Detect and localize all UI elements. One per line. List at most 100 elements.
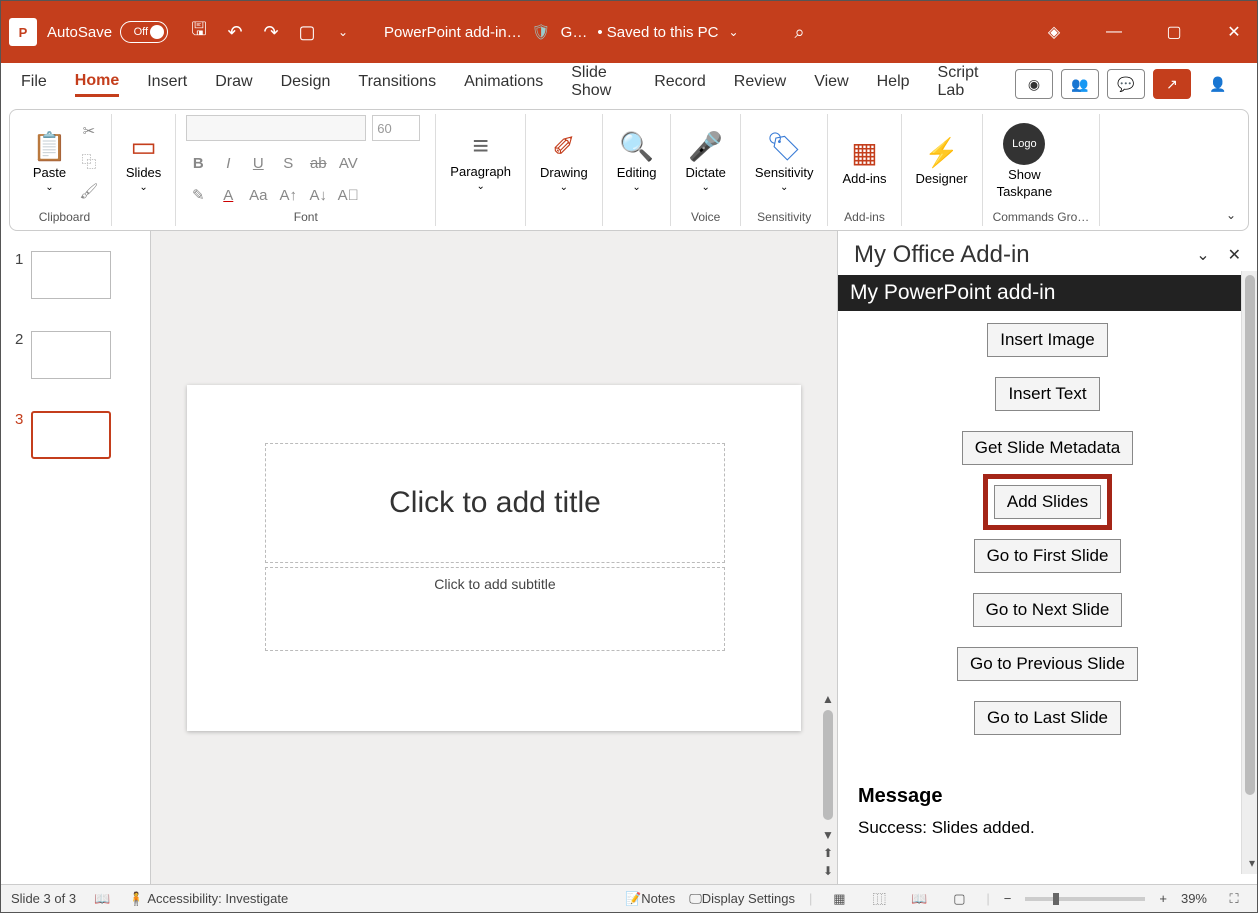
tab-help[interactable]: Help — [877, 73, 910, 95]
save-icon[interactable]: 🖫 — [188, 21, 210, 43]
addins-button[interactable]: ▦Add-ins — [838, 134, 890, 188]
save-status[interactable]: • Saved to this PC — [597, 24, 718, 41]
goto-last-button[interactable]: Go to Last Slide — [974, 701, 1121, 735]
show-taskpane-button[interactable]: LogoShowTaskpane — [993, 121, 1057, 201]
font-size-input[interactable]: 60 — [372, 115, 420, 141]
qat-more-icon[interactable]: ⌄ — [332, 21, 354, 43]
chevron-down-icon[interactable]: ⌄ — [729, 25, 739, 39]
slide-thumbnail[interactable] — [31, 411, 111, 459]
notes-button[interactable]: 📝Notes — [625, 891, 675, 907]
redo-icon[interactable]: ↷ — [260, 21, 282, 43]
display-settings-button[interactable]: 🖵Display Settings — [689, 891, 795, 907]
slide-thumbnail[interactable] — [31, 251, 111, 299]
drawing-button[interactable]: ✐Drawing⌄ — [536, 128, 592, 195]
thumb-row[interactable]: 1 — [1, 247, 150, 327]
taskpane-close-icon[interactable]: ✕ — [1228, 245, 1241, 265]
search-icon[interactable]: ⌕ — [789, 21, 811, 43]
dictate-button[interactable]: 🎤Dictate⌄ — [681, 128, 729, 195]
tab-animations[interactable]: Animations — [464, 73, 543, 95]
slideshow-view-icon[interactable]: ▢ — [946, 889, 972, 909]
paste-button[interactable]: 📋Paste⌄ — [28, 128, 71, 195]
scroll-down-icon[interactable]: ▾ — [1249, 856, 1255, 870]
shrink-font-icon[interactable]: A↓ — [306, 183, 330, 207]
document-name[interactable]: PowerPoint add-in… — [384, 24, 522, 41]
tab-record[interactable]: Record — [654, 73, 706, 95]
accessibility-status[interactable]: 🧍 Accessibility: Investigate — [128, 891, 288, 907]
scroll-up-icon[interactable]: ▲ — [822, 692, 834, 706]
underline-icon[interactable]: U — [246, 151, 270, 175]
scroll-down-icon[interactable]: ▼ — [822, 828, 834, 842]
zoom-slider[interactable] — [1025, 897, 1145, 901]
undo-icon[interactable]: ↶ — [224, 21, 246, 43]
diamond-icon[interactable]: ◈ — [1039, 17, 1069, 47]
goto-next-button[interactable]: Go to Next Slide — [973, 593, 1123, 627]
slides-button[interactable]: ▭Slides⌄ — [122, 128, 165, 195]
vertical-scrollbar[interactable]: ▲ ▼ ⬆ ⬇ — [819, 231, 837, 884]
slide[interactable]: Click to add title Click to add subtitle — [187, 385, 801, 731]
zoom-in-icon[interactable]: + — [1159, 891, 1167, 906]
collapse-ribbon-icon[interactable]: ⌄ — [1226, 208, 1236, 222]
subtitle-placeholder[interactable]: Click to add subtitle — [265, 567, 725, 651]
paragraph-button[interactable]: ≡Paragraph⌄ — [446, 128, 515, 194]
autosave-toggle[interactable]: Off — [120, 21, 168, 43]
next-slide-icon[interactable]: ⬇ — [823, 864, 833, 878]
zoom-level[interactable]: 39% — [1181, 891, 1207, 906]
sensitivity-button[interactable]: 🏷Sensitivity⌄ — [751, 128, 818, 195]
thumb-row[interactable]: 2 — [1, 327, 150, 407]
tab-home[interactable]: Home — [75, 72, 119, 97]
tab-slideshow[interactable]: Slide Show — [571, 64, 626, 104]
person-button[interactable]: 👤 — [1199, 69, 1237, 99]
zoom-out-icon[interactable]: − — [1004, 891, 1012, 906]
insert-image-button[interactable]: Insert Image — [987, 323, 1108, 357]
shadow-icon[interactable]: S — [276, 151, 300, 175]
prev-slide-icon[interactable]: ⬆ — [823, 846, 833, 860]
tab-transitions[interactable]: Transitions — [358, 73, 436, 95]
scrollbar-thumb[interactable] — [1245, 275, 1255, 795]
normal-view-icon[interactable]: ▦ — [826, 889, 852, 909]
sorter-view-icon[interactable]: ⿲ — [866, 889, 892, 909]
scrollbar-thumb[interactable] — [823, 710, 833, 820]
font-name-input[interactable] — [186, 115, 366, 141]
close-button[interactable]: ✕ — [1219, 17, 1249, 47]
maximize-button[interactable]: ▢ — [1159, 17, 1189, 47]
spacing-icon[interactable]: AV — [336, 151, 360, 175]
italic-icon[interactable]: I — [216, 151, 240, 175]
taskpane-scrollbar[interactable]: ▾ — [1241, 271, 1257, 874]
insert-text-button[interactable]: Insert Text — [995, 377, 1099, 411]
tab-insert[interactable]: Insert — [147, 73, 187, 95]
slide-count[interactable]: Slide 3 of 3 — [11, 891, 76, 906]
bold-icon[interactable]: B — [186, 151, 210, 175]
thumb-row[interactable]: 3 — [1, 407, 150, 487]
profile-short[interactable]: G… — [561, 24, 588, 41]
clear-format-icon[interactable]: A⃠ — [336, 183, 360, 207]
cut-icon[interactable]: ✂ — [77, 119, 101, 143]
tab-draw[interactable]: Draw — [215, 73, 252, 95]
font-color-icon[interactable]: A — [216, 183, 240, 207]
format-painter-icon[interactable]: 🖌 — [77, 179, 101, 203]
tab-view[interactable]: View — [814, 73, 848, 95]
goto-prev-button[interactable]: Go to Previous Slide — [957, 647, 1138, 681]
tab-design[interactable]: Design — [281, 73, 331, 95]
comments-button[interactable]: 💬 — [1107, 69, 1145, 99]
copy-icon[interactable]: ⿻ — [77, 149, 101, 173]
reading-view-icon[interactable]: 📖 — [906, 889, 932, 909]
tab-review[interactable]: Review — [734, 73, 786, 95]
taskpane-menu-icon[interactable]: ⌄ — [1196, 245, 1209, 265]
spellcheck-icon[interactable]: 📖 — [94, 891, 110, 907]
present-icon[interactable]: ▢ — [296, 21, 318, 43]
editing-button[interactable]: 🔍Editing⌄ — [613, 128, 661, 195]
tab-scriptlab[interactable]: Script Lab — [938, 64, 987, 104]
highlight-icon[interactable]: ✎ — [186, 183, 210, 207]
autosave[interactable]: AutoSave Off — [47, 21, 168, 43]
change-case-icon[interactable]: Aa — [246, 183, 270, 207]
camera-button[interactable]: ◉ — [1015, 69, 1053, 99]
slide-thumbnail[interactable] — [31, 331, 111, 379]
title-placeholder[interactable]: Click to add title — [265, 443, 725, 563]
fit-window-icon[interactable]: ⛶ — [1221, 889, 1247, 909]
tab-file[interactable]: File — [21, 73, 47, 95]
minimize-button[interactable]: ― — [1099, 17, 1129, 47]
share-button[interactable]: ↗ — [1153, 69, 1191, 99]
grow-font-icon[interactable]: A↑ — [276, 183, 300, 207]
add-slides-button[interactable]: Add Slides — [994, 485, 1101, 519]
get-metadata-button[interactable]: Get Slide Metadata — [962, 431, 1134, 465]
